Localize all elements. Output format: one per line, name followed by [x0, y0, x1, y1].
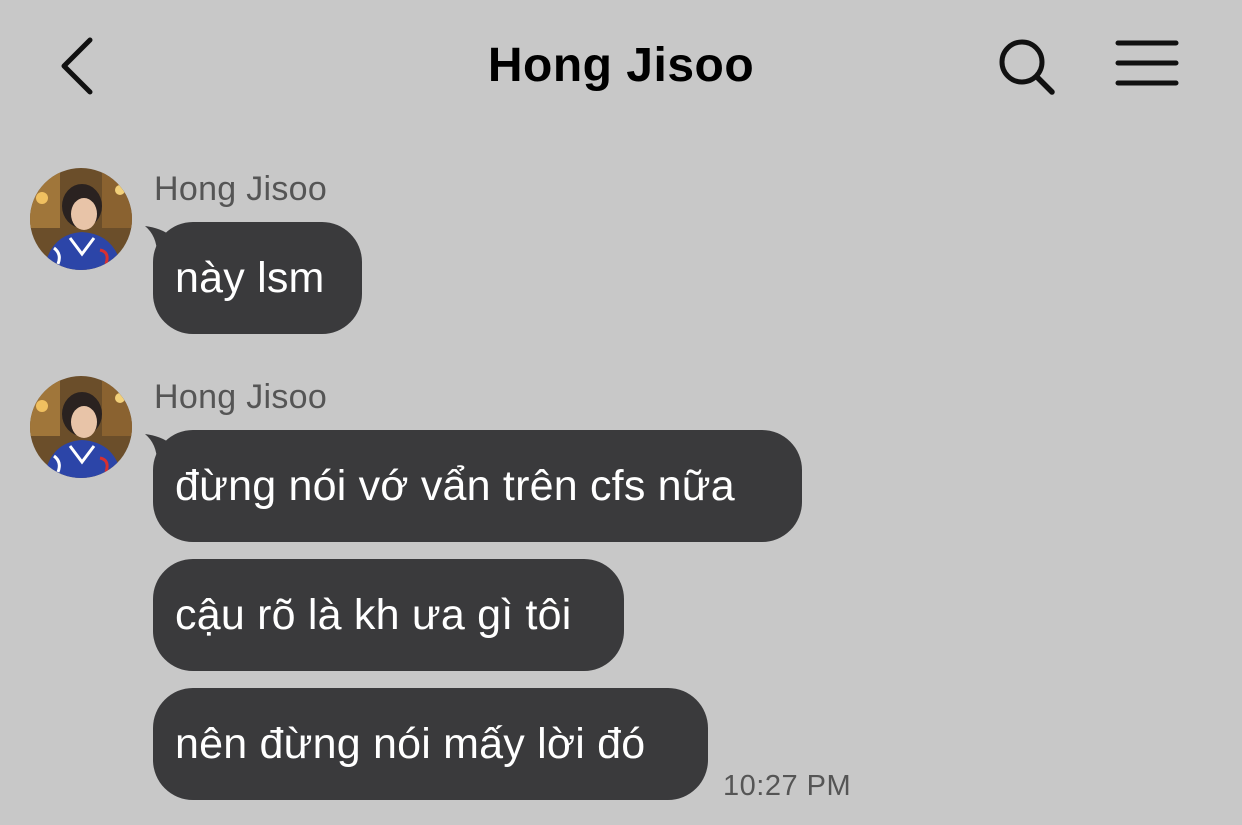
- search-icon: [999, 39, 1055, 95]
- message-timestamp: 10:27 PM: [723, 770, 852, 802]
- menu-button[interactable]: [1110, 32, 1186, 96]
- message-bubble[interactable]: này lsm: [153, 222, 362, 334]
- message-bubble[interactable]: cậu rõ là kh ưa gì tôi: [153, 559, 624, 671]
- search-button[interactable]: [992, 32, 1062, 102]
- hamburger-menu-icon: [1115, 40, 1179, 86]
- avatar[interactable]: [30, 376, 132, 478]
- chat-header: Hong Jisoo: [0, 0, 1242, 130]
- message-bubble[interactable]: nên đừng nói mấy lời đó: [153, 688, 708, 800]
- profile-photo-icon: [30, 168, 132, 270]
- sender-name: Hong Jisoo: [154, 170, 328, 208]
- message-bubble[interactable]: đừng nói vớ vẩn trên cfs nữa: [153, 430, 802, 542]
- profile-photo-icon: [30, 376, 132, 478]
- avatar[interactable]: [30, 168, 132, 270]
- sender-name: Hong Jisoo: [154, 378, 328, 416]
